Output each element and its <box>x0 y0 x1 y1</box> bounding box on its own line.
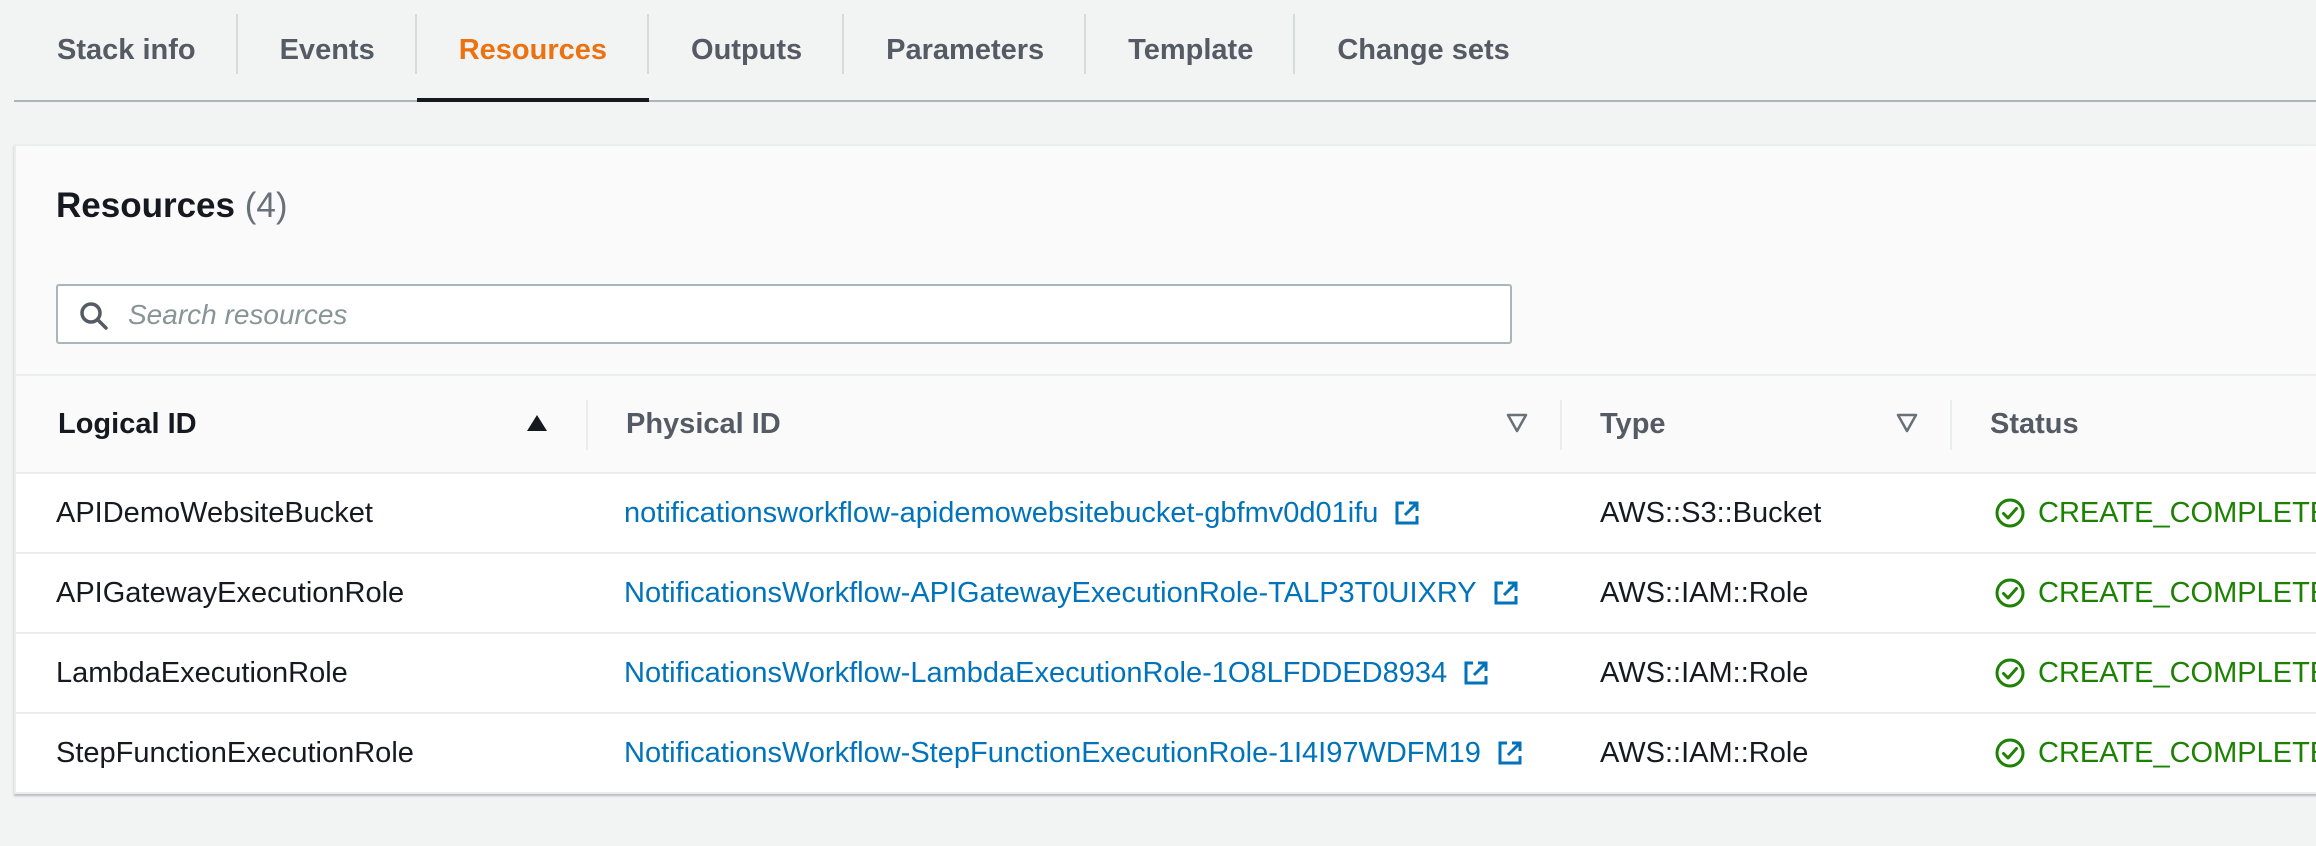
table-row: LambdaExecutionRole NotificationsWorkflo… <box>16 634 2316 714</box>
type-cell: AWS::S3::Bucket <box>1600 496 1822 529</box>
search-icon <box>80 302 108 330</box>
status-success-icon <box>1995 578 2025 608</box>
search-box <box>56 284 1512 344</box>
external-link-icon <box>1395 501 1419 525</box>
logical-id-cell: APIGatewayExecutionRole <box>56 576 405 609</box>
logical-id-cell: StepFunctionExecutionRole <box>56 736 414 769</box>
tab-outputs[interactable]: Outputs <box>649 0 845 100</box>
logical-id-cell: LambdaExecutionRole <box>56 656 348 689</box>
tab-template[interactable]: Template <box>1086 0 1296 100</box>
tab-label: Template <box>1128 33 1254 66</box>
external-link-icon <box>1498 741 1522 765</box>
tab-label: Stack info <box>57 33 196 66</box>
sort-ascending-icon[interactable] <box>526 412 548 434</box>
status-success-icon <box>1995 658 2025 688</box>
status-cell: CREATE_COMPLETE <box>1994 714 2316 792</box>
resources-panel: Resources (4) Logical ID Physical ID Typ… <box>14 144 2316 794</box>
sort-descending-icon[interactable] <box>1506 412 1528 434</box>
column-divider <box>1560 400 1562 450</box>
table-row: APIGatewayExecutionRole NotificationsWor… <box>16 554 2316 634</box>
resources-panel-header: Resources (4) <box>16 146 2316 376</box>
tab-label: Change sets <box>1337 33 1510 66</box>
column-label: Status <box>1990 407 2079 440</box>
tab-label: Events <box>279 33 375 66</box>
status-cell: CREATE_COMPLETE <box>1994 554 2316 632</box>
tab-label: Resources <box>458 33 608 66</box>
type-cell: AWS::IAM::Role <box>1600 576 1809 609</box>
physical-id-text: NotificationsWorkflow-StepFunctionExecut… <box>624 736 1481 769</box>
physical-id-link[interactable]: NotificationsWorkflow-LambdaExecutionRol… <box>624 634 1491 712</box>
status-success-icon <box>1995 498 2025 528</box>
column-label: Type <box>1600 407 1666 440</box>
physical-id-text: NotificationsWorkflow-APIGatewayExecutio… <box>624 576 1477 609</box>
status-text: CREATE_COMPLETE <box>2038 576 2316 609</box>
type-cell: AWS::IAM::Role <box>1600 736 1809 769</box>
tab-bar: Stack info Events Resources Outputs Para… <box>14 0 2316 102</box>
physical-id-link[interactable]: notificationsworkflow-apidemowebsitebuck… <box>624 474 1422 552</box>
physical-id-link[interactable]: NotificationsWorkflow-StepFunctionExecut… <box>624 714 1525 792</box>
column-header-logical-id[interactable]: Logical ID <box>58 376 388 472</box>
tab-change-sets[interactable]: Change sets <box>1295 0 1551 100</box>
physical-id-text: NotificationsWorkflow-LambdaExecutionRol… <box>624 656 1448 689</box>
table-header: Logical ID Physical ID Type Status <box>16 376 2316 474</box>
status-text: CREATE_COMPLETE <box>2038 656 2316 689</box>
column-label: Physical ID <box>626 407 781 440</box>
tab-stack-info[interactable]: Stack info <box>14 0 238 100</box>
column-header-physical-id[interactable]: Physical ID <box>626 376 1026 472</box>
resources-count: (4) <box>244 186 288 225</box>
physical-id-link[interactable]: NotificationsWorkflow-APIGatewayExecutio… <box>624 554 1521 632</box>
status-text: CREATE_COMPLETE <box>2038 736 2316 769</box>
column-header-status[interactable]: Status <box>1990 376 2290 472</box>
search-input[interactable] <box>126 286 1490 344</box>
tab-parameters[interactable]: Parameters <box>844 0 1087 100</box>
column-header-type[interactable]: Type <box>1600 376 1900 472</box>
status-text: CREATE_COMPLETE <box>2038 496 2316 529</box>
table-row: StepFunctionExecutionRole NotificationsW… <box>16 714 2316 794</box>
logical-id-cell: APIDemoWebsiteBucket <box>56 496 373 529</box>
status-cell: CREATE_COMPLETE <box>1994 634 2316 712</box>
table-body: APIDemoWebsiteBucket notificationsworkfl… <box>16 474 2316 794</box>
column-divider <box>1950 400 1952 450</box>
sort-descending-icon[interactable] <box>1896 412 1918 434</box>
table-row: APIDemoWebsiteBucket notificationsworkfl… <box>16 474 2316 554</box>
page-title: Resources (4) <box>56 186 288 226</box>
physical-id-text: notificationsworkflow-apidemowebsitebuck… <box>624 496 1379 529</box>
tab-resources[interactable]: Resources <box>416 0 650 102</box>
tab-events[interactable]: Events <box>238 0 417 100</box>
type-cell: AWS::IAM::Role <box>1600 656 1809 689</box>
resources-title: Resources <box>56 186 235 225</box>
status-success-icon <box>1995 738 2025 768</box>
status-cell: CREATE_COMPLETE <box>1994 474 2316 552</box>
column-divider <box>586 400 588 450</box>
column-label: Logical ID <box>58 407 197 440</box>
external-link-icon <box>1494 581 1518 605</box>
tab-label: Outputs <box>691 33 803 66</box>
tab-label: Parameters <box>886 33 1045 66</box>
external-link-icon <box>1464 661 1488 685</box>
